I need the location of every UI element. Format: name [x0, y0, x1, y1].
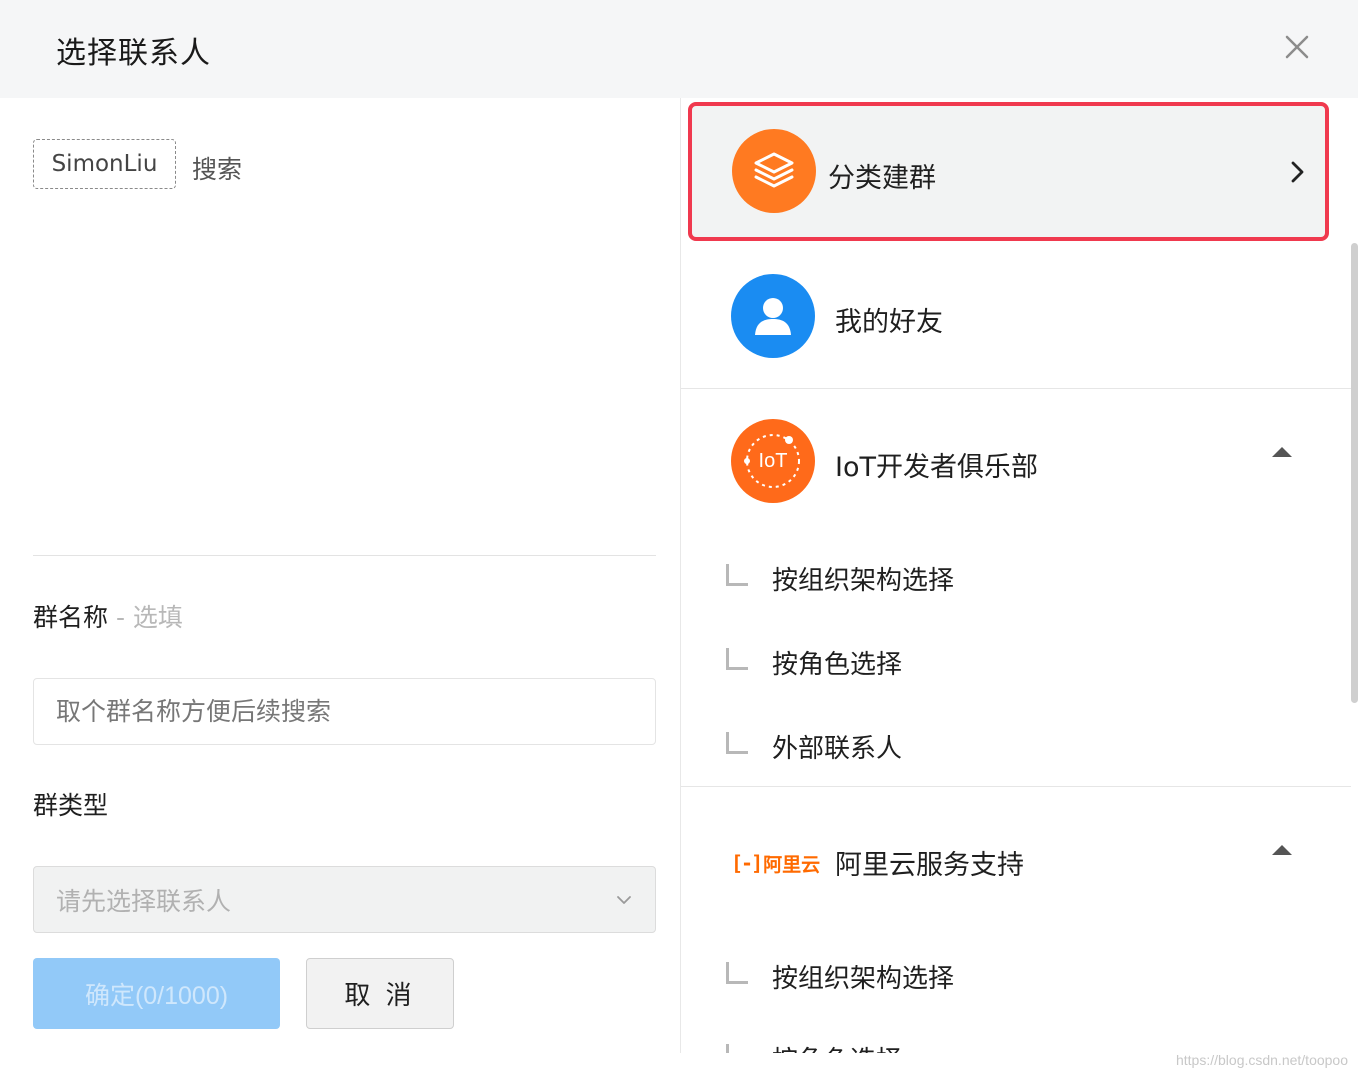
tree-branch-icon: [726, 648, 748, 670]
group-name-label: 群名称 - 选填: [33, 598, 183, 634]
group-name-input[interactable]: [33, 678, 656, 745]
group-type-select[interactable]: 请先选择联系人: [33, 866, 656, 933]
selected-contact-chip[interactable]: SimonLiu: [33, 139, 176, 189]
cancel-button[interactable]: 取 消: [306, 958, 454, 1029]
iot-subitem-external[interactable]: 外部联系人: [726, 726, 902, 766]
aliyun-subitem-role[interactable]: 按角色选择: [726, 1038, 902, 1053]
group-name-label-text: 群名称: [33, 603, 109, 632]
iot-club-row[interactable]: IoT IoT开发者俱乐部: [681, 389, 1351, 529]
right-panel: 分类建群 我的好友 IoT IoT开发者俱乐部 按组织架构选择 按角色选择 外部…: [680, 98, 1358, 1053]
iot-subitem-org[interactable]: 按组织架构选择: [726, 558, 954, 598]
collapse-caret-icon[interactable]: [1272, 845, 1292, 855]
aliyun-logo-icon: [-] 阿里云: [731, 851, 821, 876]
chevron-right-icon: [1291, 161, 1304, 183]
iot-club-label: IoT开发者俱乐部: [835, 452, 1038, 483]
chevron-down-icon: [617, 896, 631, 904]
category-group-row[interactable]: 分类建群: [688, 102, 1329, 241]
group-type-placeholder: 请先选择联系人: [56, 886, 232, 916]
aliyun-subitem-role-label: 按角色选择: [772, 1040, 902, 1054]
aliyun-subitem-org-label: 按组织架构选择: [772, 963, 955, 994]
aliyun-subitem-org[interactable]: 按组织架构选择: [726, 956, 954, 996]
left-divider: [33, 555, 656, 556]
iot-logo-text: IoT: [758, 449, 788, 472]
my-friends-label: 我的好友: [835, 307, 943, 338]
iot-subitem-role[interactable]: 按角色选择: [726, 642, 902, 682]
tree-branch-icon: [726, 732, 748, 754]
iot-subitem-org-label: 按组织架构选择: [772, 565, 955, 596]
confirm-button[interactable]: 确定(0/1000): [33, 958, 280, 1029]
tree-branch-icon: [726, 1044, 748, 1053]
aliyun-brand-text: 阿里云: [763, 853, 821, 876]
collapse-caret-icon[interactable]: [1272, 447, 1292, 457]
scrollbar[interactable]: [1351, 243, 1358, 703]
watermark: https://blog.csdn.net/toopoo: [1175, 1052, 1348, 1068]
close-icon[interactable]: [1281, 31, 1313, 63]
user-icon: [731, 274, 815, 358]
iot-subitem-external-label: 外部联系人: [772, 733, 903, 764]
iot-subitem-role-label: 按角色选择: [772, 649, 903, 680]
group-type-label: 群类型: [33, 791, 109, 820]
tree-branch-icon: [726, 962, 748, 984]
my-friends-row[interactable]: 我的好友: [681, 244, 1351, 388]
category-group-label: 分类建群: [828, 163, 936, 194]
dialog-title: 选择联系人: [56, 36, 211, 71]
tree-branch-icon: [726, 564, 748, 586]
iot-logo-icon: IoT: [731, 419, 815, 503]
dialog-header: 选择联系人: [0, 0, 1358, 98]
group-name-optional-hint: - 选填: [108, 603, 183, 632]
search-trigger[interactable]: 搜索: [192, 150, 242, 186]
aliyun-service-label: 阿里云服务支持: [835, 850, 1024, 881]
layers-icon: [732, 129, 816, 213]
left-panel: SimonLiu 搜索 群名称 - 选填 群类型 请先选择联系人 确定(0/10…: [0, 98, 680, 1076]
